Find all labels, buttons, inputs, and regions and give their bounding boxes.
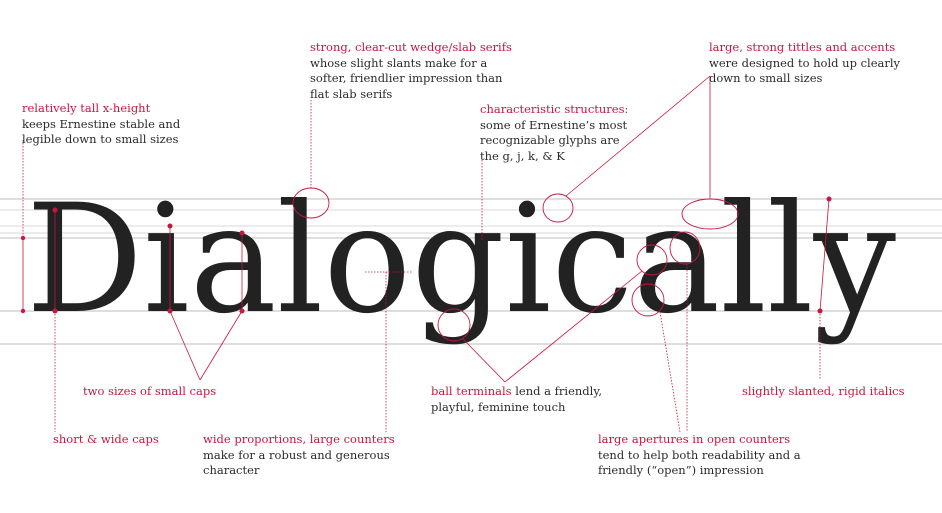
annotation-small-caps-title: two sizes of small caps: [83, 384, 217, 398]
annotation-xheight-title: relatively tall x-height: [22, 101, 151, 115]
annotation-proportions: wide proportions, large counters make fo…: [203, 432, 395, 479]
annotation-italics: slightly slanted, rigid italics: [742, 384, 905, 400]
annotation-structures-title: characteristic structures:: [480, 102, 629, 116]
annotation-proportions-line-2: character: [203, 463, 260, 477]
annotation-tittles-line-1: were designed to hold up clearly: [709, 55, 901, 70]
specimen-word: Dialogically: [26, 173, 896, 347]
annotation-serifs-line-2: softer, friendlier impression than: [310, 71, 503, 85]
annotation-serifs-line-3: flat slab serifs: [310, 86, 393, 101]
annotation-small-caps: two sizes of small caps: [83, 384, 216, 400]
annotation-tittles-title: large, strong tittles and accents: [709, 40, 896, 54]
annotation-ball-terminals: ball terminals lend a friendly, playful,…: [431, 384, 602, 415]
annotation-caps: short & wide caps: [53, 432, 159, 448]
annotation-structures: characteristic structures: some of Ernes…: [480, 102, 628, 164]
annotation-proportions-title: wide proportions, large counters: [203, 432, 395, 446]
annotation-serifs-line-1: whose slight slants make for a: [310, 55, 488, 70]
annotation-serifs-title: strong, clear-cut wedge/slab serifs: [310, 40, 512, 54]
annotation-italics-title: slightly slanted, rigid italics: [742, 384, 905, 398]
annotation-ball-terminals-rest: lend a friendly,: [511, 384, 602, 398]
annotation-apertures-line-2: friendly (“open”) impression: [598, 463, 764, 477]
annotation-apertures-line-1: tend to help both readability and a: [598, 447, 801, 462]
annotation-xheight-line-1: keeps Ernestine stable and: [22, 116, 181, 131]
annotation-xheight-line-2: legible down to small sizes: [22, 132, 179, 146]
annotation-tittles: large, strong tittles and accents were d…: [709, 40, 900, 87]
annotation-ball-terminals-line-1: playful, feminine touch: [431, 399, 566, 414]
annotation-ball-terminals-first-line: ball terminals lend a friendly,: [431, 384, 602, 400]
annotation-tittles-line-2: down to small sizes: [709, 71, 823, 85]
annotation-structures-line-1: some of Ernestine’s most: [480, 117, 628, 132]
annotation-serifs: strong, clear-cut wedge/slab serifs whos…: [310, 40, 512, 102]
annotation-proportions-line-1: make for a robust and generous: [203, 447, 390, 462]
annotation-xheight: relatively tall x-height keeps Ernestine…: [22, 101, 180, 148]
annotation-structures-line-2: recognizable glyphs are: [480, 133, 620, 147]
annotation-structures-line-3: the g, j, k, & K: [480, 148, 565, 163]
annotation-apertures-title: large apertures in open counters: [598, 432, 791, 446]
annotation-ball-terminals-title: ball terminals: [431, 384, 512, 398]
annotation-caps-title: short & wide caps: [53, 432, 159, 446]
annotation-apertures: large apertures in open counters tend to…: [598, 432, 801, 479]
